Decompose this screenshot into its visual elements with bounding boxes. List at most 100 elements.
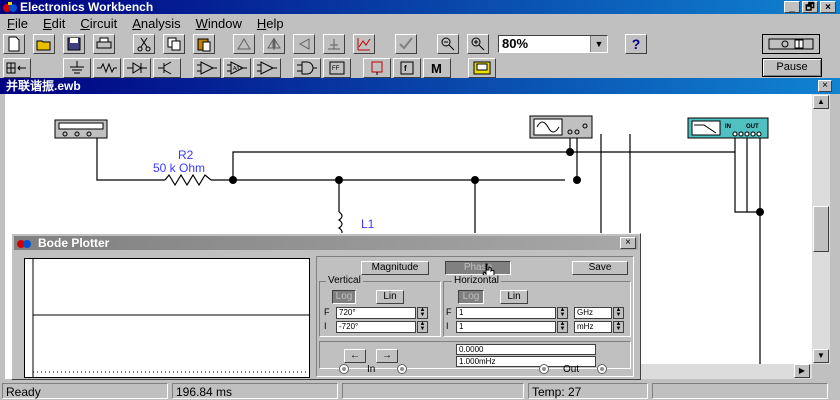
clipboard-icon — [197, 38, 211, 52]
in-plus-terminal[interactable] — [397, 364, 407, 374]
flip-vertical-button[interactable] — [293, 34, 315, 54]
bode-close-button[interactable]: × — [620, 237, 636, 249]
scroll-down-icon[interactable]: ▼ — [813, 349, 829, 363]
menu-circuit-label: ircuit — [89, 15, 118, 31]
favorites-bin-button[interactable] — [3, 58, 31, 78]
in-minus-terminal[interactable] — [339, 364, 349, 374]
analog-ic-bin-button[interactable] — [193, 58, 221, 78]
minimize-button[interactable]: _ — [784, 1, 800, 13]
menu-help[interactable]: Help — [250, 16, 292, 31]
menu-edit-label: dit — [51, 15, 66, 31]
in-label: In — [367, 364, 376, 375]
menu-help-mnemonic: H — [256, 15, 267, 31]
vertical-final-spinner[interactable]: ▲ ▼ — [417, 307, 428, 319]
new-file-button[interactable] — [3, 34, 25, 54]
instruments-bin-button[interactable] — [468, 58, 496, 78]
vertical-final-input[interactable]: 720° — [336, 307, 416, 319]
phase-button[interactable]: Phase — [445, 261, 511, 275]
save-file-button[interactable] — [63, 34, 85, 54]
document-close-button[interactable]: × — [818, 80, 832, 92]
out-plus-terminal[interactable] — [597, 364, 607, 374]
horizontal-initial-spinner[interactable]: ▲ ▼ — [557, 321, 568, 333]
out-minus-terminal[interactable] — [539, 364, 549, 374]
vertical-scroll-thumb[interactable] — [813, 206, 829, 252]
rotate-button[interactable] — [233, 34, 255, 54]
open-file-button[interactable] — [33, 34, 55, 54]
svg-text:A/D: A/D — [233, 66, 242, 72]
close-button[interactable]: × — [820, 1, 836, 13]
horizontal-final-unit-spinner[interactable]: ▲ ▼ — [613, 307, 624, 319]
svg-text:f: f — [404, 64, 407, 73]
bode-out-label: OUT — [746, 124, 759, 130]
vertical-initial-input[interactable]: -720° — [336, 321, 416, 333]
function-generator-instrument[interactable] — [529, 115, 593, 139]
zoom-in-button[interactable] — [467, 34, 489, 54]
bode-title: Bode Plotter — [38, 236, 110, 250]
main-toolbar: 80% ▼ ? — [0, 32, 840, 56]
r2-label: R2 — [178, 148, 194, 162]
graph-icon — [357, 38, 371, 51]
menu-file[interactable]: File — [0, 16, 36, 31]
vertical-scrollbar[interactable]: ▲ ▼ — [812, 94, 830, 364]
zoom-select[interactable]: 80% ▼ — [498, 35, 608, 53]
menu-circuit[interactable]: Circuit — [73, 16, 125, 31]
out-label: Out — [563, 364, 580, 375]
mixed-ic-bin-button[interactable]: A/D — [223, 58, 251, 78]
help-button[interactable]: ? — [625, 34, 647, 54]
horizontal-final-spinner[interactable]: ▲ ▼ — [557, 307, 568, 319]
svg-text:FF: FF — [332, 66, 340, 72]
menu-analysis[interactable]: Analysis — [125, 16, 188, 31]
logic-gates-bin-button[interactable] — [293, 58, 321, 78]
horizontal-initial-input[interactable]: 1 — [456, 321, 556, 333]
horizontal-lin-button[interactable]: Lin — [500, 290, 528, 304]
print-button[interactable] — [93, 34, 115, 54]
multimeter-instrument[interactable] — [54, 119, 108, 139]
chevron-down-icon[interactable]: ▼ — [590, 36, 607, 52]
power-switch[interactable] — [762, 34, 820, 54]
indicators-bin-button[interactable] — [363, 58, 391, 78]
parts-bin-icon — [6, 62, 26, 74]
component-properties-button[interactable] — [323, 34, 345, 54]
activate-button[interactable] — [395, 34, 417, 54]
copy-button[interactable] — [163, 34, 185, 54]
controls-bin-button[interactable]: f — [393, 58, 421, 78]
digital-ic-bin-button[interactable] — [253, 58, 281, 78]
horizontal-final-input[interactable]: 1 — [456, 307, 556, 319]
power-switch-icon — [768, 38, 814, 50]
cut-button[interactable] — [133, 34, 155, 54]
save-button[interactable]: Save — [572, 261, 628, 275]
app-title: Electronics Workbench — [20, 0, 154, 14]
horizontal-initial-unit[interactable]: mHz — [574, 321, 612, 333]
horizontal-final-unit[interactable]: GHz — [574, 307, 612, 319]
create-subcircuit-button[interactable] — [353, 34, 375, 54]
menu-window[interactable]: Window — [189, 16, 250, 31]
horizontal-log-button[interactable]: Log — [458, 290, 484, 304]
digital-bin-button[interactable]: FF — [323, 58, 351, 78]
miscellaneous-bin-button[interactable]: M — [423, 58, 451, 78]
opamp-icon — [197, 61, 217, 75]
vertical-log-button[interactable]: Log — [332, 290, 356, 304]
sources-bin-button[interactable] — [63, 58, 91, 78]
magnitude-button[interactable]: Magnitude — [361, 261, 429, 275]
new-file-icon — [8, 36, 20, 52]
flip-horizontal-button[interactable] — [263, 34, 285, 54]
cursor-left-button[interactable]: ← — [344, 349, 366, 363]
restore-button[interactable]: 🗗 — [802, 1, 818, 13]
zoom-out-icon — [441, 37, 455, 51]
horizontal-initial-unit-spinner[interactable]: ▲ ▼ — [613, 321, 624, 333]
vertical-lin-button[interactable]: Lin — [376, 290, 404, 304]
diodes-bin-button[interactable] — [123, 58, 151, 78]
instrument-icon — [473, 61, 491, 75]
paste-button[interactable] — [193, 34, 215, 54]
menu-analysis-label: nalysis — [140, 15, 181, 31]
transistors-bin-button[interactable] — [153, 58, 181, 78]
basic-bin-button[interactable] — [93, 58, 121, 78]
zoom-out-button[interactable] — [437, 34, 459, 54]
menu-edit[interactable]: Edit — [36, 16, 73, 31]
horizontal-scrollbar[interactable]: ▶ — [640, 364, 812, 379]
cursor-right-button[interactable]: → — [376, 349, 398, 363]
vertical-initial-spinner[interactable]: ▲ ▼ — [417, 321, 428, 333]
pause-button[interactable]: Pause — [762, 58, 822, 77]
scroll-right-icon[interactable]: ▶ — [794, 364, 810, 378]
scroll-up-icon[interactable]: ▲ — [813, 95, 829, 109]
